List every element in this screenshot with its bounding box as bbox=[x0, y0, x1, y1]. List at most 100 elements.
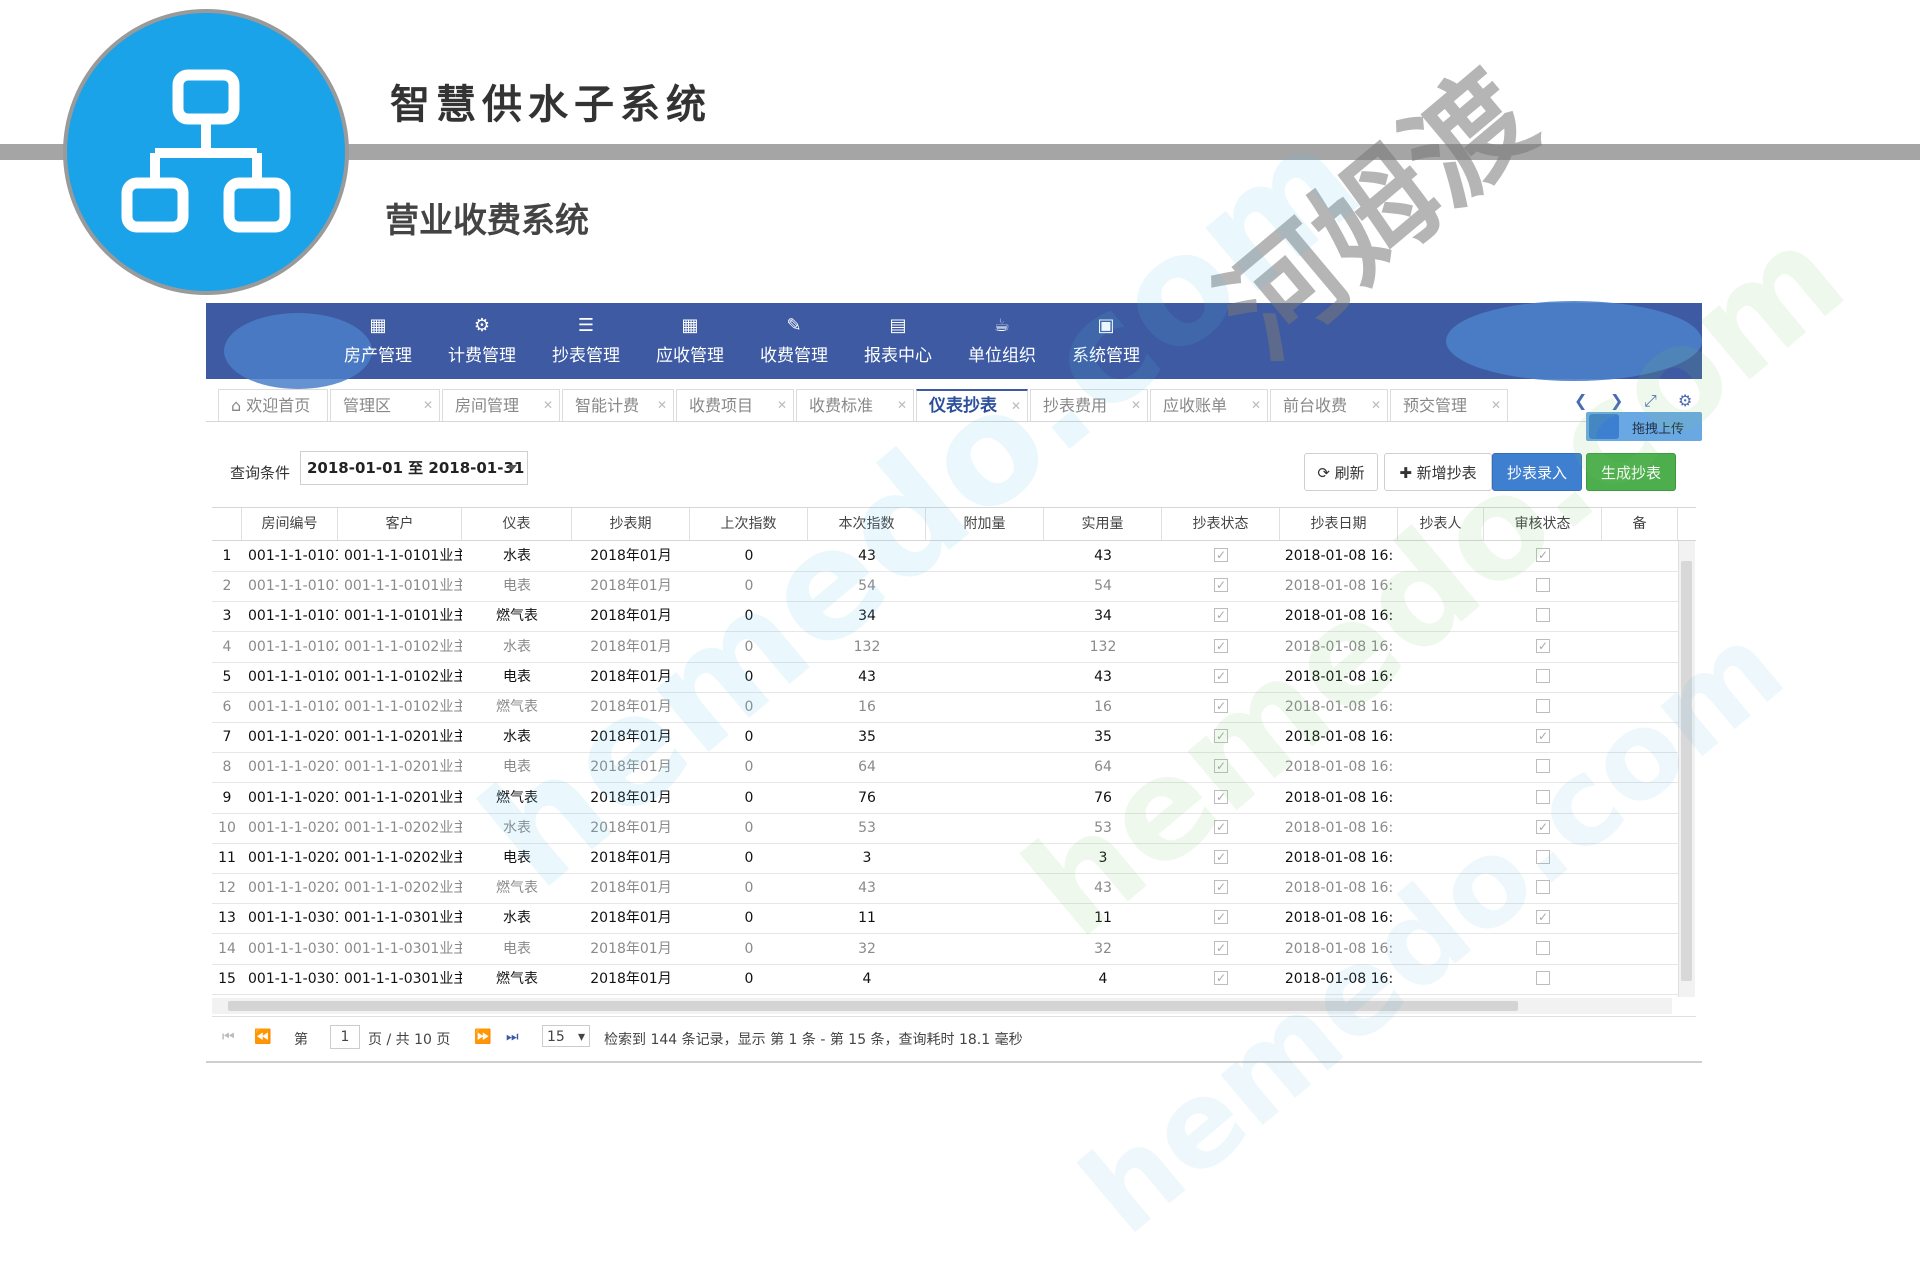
reading-entry-button[interactable]: 抄表录入 bbox=[1492, 453, 1582, 491]
chevron-right-icon[interactable]: ❯ bbox=[1610, 391, 1623, 410]
tab-0[interactable]: ⌂ 欢迎首页 bbox=[218, 389, 328, 421]
tab-9[interactable]: 前台收费 ✕ bbox=[1270, 389, 1388, 421]
table-row[interactable]: 10 001-1-1-0202 001-1-1-0202业主 水表 2018年01月 0 5… bbox=[212, 813, 1678, 844]
date-range-select[interactable]: 2018-01-01 至 2018-01-31 bbox=[300, 451, 528, 485]
table-row[interactable]: 4 001-1-1-0102 001-1-1-0102业主 水表 2018年01月 0 13… bbox=[212, 632, 1678, 663]
tab-5[interactable]: 收费标准 ✕ bbox=[796, 389, 914, 421]
tab-7[interactable]: 抄表费用 ✕ bbox=[1030, 389, 1148, 421]
close-icon[interactable]: ✕ bbox=[1371, 390, 1381, 421]
audit-status-checkbox[interactable] bbox=[1536, 970, 1550, 985]
column-header[interactable]: 客户 bbox=[338, 508, 462, 540]
table-row[interactable]: 3 001-1-1-0101 001-1-1-0101业主 燃气表 2018年01月 0 3… bbox=[212, 601, 1678, 633]
read-status-checkbox[interactable]: ✓ bbox=[1214, 970, 1228, 985]
vertical-scroll-thumb[interactable] bbox=[1681, 561, 1692, 981]
last-page-icon[interactable]: ⏭ bbox=[506, 1029, 519, 1045]
read-status-checkbox[interactable]: ✓ bbox=[1214, 668, 1228, 683]
refresh-button[interactable]: ⟳ 刷新 bbox=[1304, 453, 1378, 491]
table-row[interactable]: 5 001-1-1-0102 001-1-1-0102业主 电表 2018年01月 0 43… bbox=[212, 662, 1678, 693]
audit-status-checkbox[interactable] bbox=[1536, 668, 1550, 683]
add-reading-button[interactable]: ✚ 新增抄表 bbox=[1384, 453, 1492, 491]
nav-item-0[interactable]: ▦ 房产管理 bbox=[326, 303, 430, 379]
column-header[interactable]: 实用量 bbox=[1044, 508, 1162, 540]
read-status-checkbox[interactable]: ✓ bbox=[1214, 729, 1228, 744]
close-icon[interactable]: ✕ bbox=[423, 390, 433, 421]
tab-2[interactable]: 房间管理 ✕ bbox=[442, 389, 560, 421]
nav-item-2[interactable]: ☰ 抄表管理 bbox=[534, 303, 638, 379]
close-icon[interactable]: ✕ bbox=[1491, 390, 1501, 421]
read-status-checkbox[interactable]: ✓ bbox=[1214, 548, 1228, 562]
tab-10[interactable]: 预交管理 ✕ bbox=[1390, 389, 1508, 421]
column-header[interactable]: 仪表 bbox=[462, 508, 572, 540]
drag-upload-button[interactable]: 拖拽上传 bbox=[1586, 412, 1702, 441]
nav-item-7[interactable]: ▣ 系统管理 bbox=[1054, 303, 1158, 379]
prev-page-icon[interactable]: ⏪ bbox=[254, 1029, 271, 1045]
tab-6[interactable]: 仪表抄表 ✕ bbox=[916, 389, 1028, 421]
nav-item-3[interactable]: ▦ 应收管理 bbox=[638, 303, 742, 379]
tab-1[interactable]: 管理区 ✕ bbox=[330, 389, 440, 421]
gear-icon[interactable]: ⚙ bbox=[1678, 391, 1692, 410]
audit-status-checkbox[interactable]: ✓ bbox=[1536, 548, 1550, 562]
close-icon[interactable]: ✕ bbox=[657, 390, 667, 421]
tab-4[interactable]: 收费项目 ✕ bbox=[676, 389, 794, 421]
generate-readings-button[interactable]: 生成抄表 bbox=[1586, 453, 1676, 491]
read-status-checkbox[interactable]: ✓ bbox=[1214, 819, 1228, 834]
audit-status-checkbox[interactable]: ✓ bbox=[1536, 729, 1550, 744]
close-icon[interactable]: ✕ bbox=[543, 390, 553, 421]
table-row[interactable]: 13 001-1-1-0301 001-1-1-0301业主 水表 2018年01月 0 1… bbox=[212, 903, 1678, 935]
audit-status-checkbox[interactable] bbox=[1536, 608, 1550, 623]
tab-3[interactable]: 智能计费 ✕ bbox=[562, 389, 674, 421]
column-header[interactable]: 抄表期 bbox=[572, 508, 690, 540]
table-row[interactable]: 7 001-1-1-0201 001-1-1-0201业主 水表 2018年01月 0 35… bbox=[212, 722, 1678, 754]
table-row[interactable]: 1 001-1-1-0101 001-1-1-0101业主 水表 2018年01月 0 43… bbox=[212, 541, 1678, 572]
audit-status-checkbox[interactable] bbox=[1536, 940, 1550, 955]
table-row[interactable]: 15 001-1-1-0301 001-1-1-0301业主 燃气表 2018年01月 0… bbox=[212, 964, 1678, 995]
table-row[interactable]: 2 001-1-1-0101 001-1-1-0101业主 电表 2018年01月 0 54… bbox=[212, 571, 1678, 603]
close-icon[interactable]: ✕ bbox=[1131, 390, 1141, 421]
table-row[interactable]: 12 001-1-1-0202 001-1-1-0202业主 燃气表 2018年01月 0… bbox=[212, 873, 1678, 905]
close-icon[interactable]: ✕ bbox=[777, 390, 787, 421]
read-status-checkbox[interactable]: ✓ bbox=[1214, 789, 1228, 804]
read-status-checkbox[interactable]: ✓ bbox=[1214, 578, 1228, 593]
table-row[interactable]: 11 001-1-1-0202 001-1-1-0202业主 电表 2018年01月 0 3… bbox=[212, 843, 1678, 874]
read-status-checkbox[interactable]: ✓ bbox=[1214, 608, 1228, 623]
table-row[interactable]: 6 001-1-1-0102 001-1-1-0102业主 燃气表 2018年01月 0 1… bbox=[212, 692, 1678, 723]
page-number-input[interactable]: 1 bbox=[330, 1025, 360, 1049]
audit-status-checkbox[interactable] bbox=[1536, 699, 1550, 713]
audit-status-checkbox[interactable]: ✓ bbox=[1536, 638, 1550, 653]
column-header[interactable]: 本次指数 bbox=[808, 508, 926, 540]
read-status-checkbox[interactable]: ✓ bbox=[1214, 850, 1228, 864]
column-header[interactable]: 上次指数 bbox=[690, 508, 808, 540]
table-row[interactable]: 8 001-1-1-0201 001-1-1-0201业主 电表 2018年01月 0 64… bbox=[212, 752, 1678, 784]
column-header[interactable]: 抄表日期 bbox=[1280, 508, 1398, 540]
next-page-icon[interactable]: ⏩ bbox=[474, 1029, 491, 1045]
chevron-left-icon[interactable]: ❮ bbox=[1574, 391, 1587, 410]
tab-8[interactable]: 应收账单 ✕ bbox=[1150, 389, 1268, 421]
column-header[interactable]: 抄表人 bbox=[1398, 508, 1484, 540]
horizontal-scroll-thumb[interactable] bbox=[228, 1001, 1518, 1011]
audit-status-checkbox[interactable]: ✓ bbox=[1536, 910, 1550, 925]
nav-item-6[interactable]: ☕ 单位组织 bbox=[950, 303, 1054, 379]
nav-item-5[interactable]: ▤ 报表中心 bbox=[846, 303, 950, 379]
first-page-icon[interactable]: ⏮ bbox=[222, 1029, 235, 1045]
close-icon[interactable]: ✕ bbox=[897, 390, 907, 421]
read-status-checkbox[interactable]: ✓ bbox=[1214, 759, 1228, 774]
read-status-checkbox[interactable]: ✓ bbox=[1214, 910, 1228, 925]
read-status-checkbox[interactable]: ✓ bbox=[1214, 699, 1228, 713]
page-size-select[interactable]: 15 ▾ bbox=[542, 1025, 590, 1047]
audit-status-checkbox[interactable] bbox=[1536, 880, 1550, 895]
horizontal-scrollbar[interactable] bbox=[212, 998, 1672, 1014]
read-status-checkbox[interactable]: ✓ bbox=[1214, 638, 1228, 653]
column-header[interactable]: 房间编号 bbox=[242, 508, 338, 540]
column-header[interactable]: 附加量 bbox=[926, 508, 1044, 540]
table-row[interactable]: 14 001-1-1-0301 001-1-1-0301业主 电表 2018年01月 0 3… bbox=[212, 934, 1678, 965]
column-header[interactable]: 备 bbox=[1602, 508, 1678, 540]
read-status-checkbox[interactable]: ✓ bbox=[1214, 940, 1228, 955]
audit-status-checkbox[interactable] bbox=[1536, 578, 1550, 593]
fullscreen-icon[interactable]: ⤢ bbox=[1644, 391, 1657, 411]
vertical-scrollbar[interactable] bbox=[1678, 541, 1695, 997]
nav-item-4[interactable]: ✎ 收费管理 bbox=[742, 303, 846, 379]
close-icon[interactable]: ✕ bbox=[1011, 391, 1021, 422]
audit-status-checkbox[interactable] bbox=[1536, 789, 1550, 804]
audit-status-checkbox[interactable]: ✓ bbox=[1536, 819, 1550, 834]
column-header[interactable]: 抄表状态 bbox=[1162, 508, 1280, 540]
